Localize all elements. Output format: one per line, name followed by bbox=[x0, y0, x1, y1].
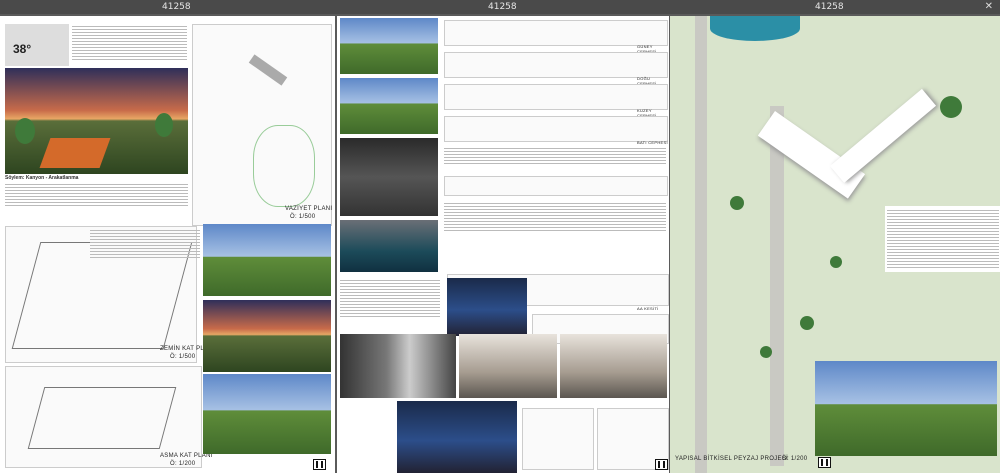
board-panel-1[interactable]: 38° Söylem: Kanyon - Arakatlanma VAZİYET… bbox=[0, 16, 335, 473]
render-night bbox=[447, 278, 527, 336]
intro-text bbox=[72, 24, 187, 62]
header-bar: 41258 41258 41258 bbox=[0, 0, 1000, 14]
ground-plan-scale: Ö: 1/500 bbox=[170, 354, 196, 360]
building-section-strip[interactable] bbox=[444, 176, 668, 196]
render-garden bbox=[340, 78, 438, 134]
board-logo-3 bbox=[818, 457, 831, 468]
sustainability-text bbox=[444, 146, 666, 166]
archive-photo: 38° bbox=[5, 24, 69, 66]
south-elevation[interactable] bbox=[444, 20, 668, 46]
render-exterior-3 bbox=[203, 374, 331, 454]
render-aerial-night bbox=[397, 401, 517, 473]
render-interior-hall bbox=[340, 138, 438, 216]
landscape-scale: Ö: 1/200 bbox=[782, 456, 808, 462]
board-panel-2[interactable]: GÜNEY CEPHESİ DOĞU CEPHESİ KUZEY CEPHESİ… bbox=[337, 16, 669, 473]
render-corridor bbox=[340, 334, 456, 398]
render-gallery bbox=[560, 334, 667, 398]
render-pool bbox=[340, 220, 438, 272]
west-elevation-title: BATI CEPHESİ bbox=[637, 140, 668, 145]
east-elevation[interactable] bbox=[444, 52, 668, 78]
section-aa-title: AA KESİTİ bbox=[637, 306, 659, 311]
panel-3-id: 41258 bbox=[815, 2, 844, 12]
west-elevation[interactable] bbox=[444, 116, 668, 142]
design-text-2 bbox=[340, 278, 440, 319]
plan-notes-text bbox=[90, 228, 200, 260]
situation-plan-scale: Ö: 1/500 bbox=[290, 214, 316, 220]
board-logo bbox=[313, 459, 326, 470]
panel-1-id: 41258 bbox=[162, 2, 191, 12]
close-icon[interactable]: ✕ bbox=[985, 1, 993, 12]
situation-plan-title: VAZİYET PLANI bbox=[285, 206, 333, 212]
board-panel-3[interactable]: YAPISAL BİTKİSEL PEYZAJ PROJESİ Ö: 1/200 bbox=[670, 16, 1000, 473]
render-exterior-1 bbox=[203, 224, 331, 296]
mezzanine-plan-scale: Ö: 1/200 bbox=[170, 461, 196, 467]
landscape-text bbox=[885, 206, 1000, 272]
board-logo-2 bbox=[655, 459, 668, 470]
concept-text bbox=[5, 182, 188, 208]
situation-plan[interactable] bbox=[192, 24, 332, 226]
render-exterior-2 bbox=[203, 300, 331, 372]
panel-2-id: 41258 bbox=[488, 2, 517, 12]
aerial-render bbox=[5, 68, 188, 174]
intro-heading: Söylem: Kanyon - Arakatlanma bbox=[5, 175, 79, 181]
north-elevation[interactable] bbox=[444, 84, 668, 110]
design-text bbox=[444, 201, 666, 233]
detail-drawing-1[interactable] bbox=[522, 408, 594, 470]
render-cafe bbox=[459, 334, 557, 398]
landscape-aerial-render bbox=[815, 361, 997, 456]
landscape-title: YAPISAL BİTKİSEL PEYZAJ PROJESİ bbox=[675, 456, 789, 462]
render-entrance bbox=[340, 18, 438, 74]
